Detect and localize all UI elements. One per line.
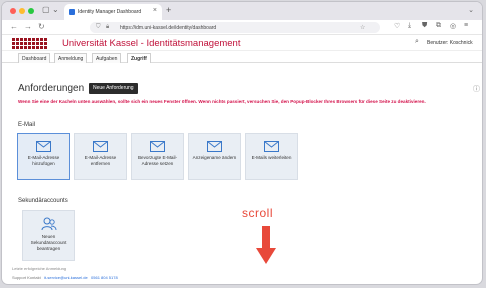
tab-title: Identity Manager Dashboard [78, 9, 142, 15]
footer-contact-label: Support Kontakt [12, 275, 41, 280]
minimize-window-button[interactable] [19, 8, 25, 14]
extensions-icon[interactable]: ⧉ [436, 22, 441, 30]
search-icon[interactable]: ⌕ [415, 38, 419, 46]
users-icon [41, 217, 56, 231]
card-display-name[interactable]: Anzeigename ändern [188, 133, 241, 180]
back-icon[interactable]: ← [10, 22, 18, 31]
scroll-down-arrow-icon [256, 226, 276, 264]
chevron-down-icon[interactable]: ⌄ [52, 5, 59, 14]
new-tab-icon[interactable]: + [166, 5, 171, 15]
email-section-label: E-Mail [18, 122, 36, 128]
url-input[interactable]: ⛉ 🔒︎ https://idm.uni-kassel.de/identity/… [90, 22, 380, 33]
scroll-annotation-label: scroll [242, 206, 274, 220]
site-header: Universität Kassel - Identitätsmanagemen… [2, 35, 482, 51]
envelope-icon [207, 141, 222, 152]
card-add-email[interactable]: E-Mail-Adresse hinzufügen [17, 133, 70, 180]
tab-overview-icon[interactable]: ▢ [42, 5, 50, 14]
card-label: E-Mail-Adresse entfernen [84, 155, 117, 166]
tab-bar: ▢ ⌄ Identity Manager Dashboard × + ⌄ [2, 2, 482, 20]
footer-contact: Support Kontakt it-service@uni-kassel.de… [12, 275, 118, 280]
envelope-icon [264, 141, 279, 152]
maximize-window-button[interactable] [28, 8, 34, 14]
secondary-section-label: Sekundäraccounts [18, 198, 68, 204]
tab-anmeldung[interactable]: Anmeldung [54, 53, 88, 63]
university-logo[interactable] [12, 38, 48, 50]
footer-phone-link[interactable]: 0561 804 5178 [91, 275, 118, 280]
browser-tab[interactable]: Identity Manager Dashboard × [64, 4, 162, 20]
shield-ext-icon[interactable]: ⛊ [422, 22, 427, 30]
card-new-secondary-account[interactable]: Neuen Sekundäraccount beantragen [22, 210, 75, 261]
close-window-button[interactable] [10, 8, 16, 14]
footer-last-login: Letzte erfolgreiche Anmeldung [12, 266, 67, 271]
menu-icon[interactable]: ≡ [464, 22, 468, 29]
lock-icon: 🔒︎ [106, 24, 110, 30]
download-icon[interactable]: ⤓ [408, 22, 411, 30]
tab-aufgaben[interactable]: Aufgaben [92, 53, 122, 63]
card-label: E-Mail-Adresse hinzufügen [27, 155, 60, 166]
site-title: Universität Kassel - Identitätsmanagemen… [62, 38, 241, 49]
page-title: Anforderungen [18, 83, 85, 94]
address-toolbar: ← → ↻ ⛉ 🔒︎ https://idm.uni-kassel.de/ide… [2, 20, 482, 35]
card-remove-email[interactable]: E-Mail-Adresse entfernen [74, 133, 127, 180]
footer-email-link[interactable]: it-service@uni-kassel.de [44, 275, 88, 280]
favicon-icon [69, 9, 75, 15]
reload-icon[interactable]: ↻ [38, 22, 45, 31]
tab-zugriff[interactable]: Zugriff [127, 53, 151, 63]
tab-dashboard[interactable]: Dashboard [18, 53, 51, 63]
tab-list-icon[interactable]: ⌄ [468, 6, 474, 14]
help-icon[interactable]: ⓘ [473, 84, 480, 94]
card-label: E-Mails weiterleiten [251, 155, 292, 160]
shield-icon: ⛉ [96, 24, 101, 30]
envelope-icon [93, 141, 108, 152]
envelope-icon [36, 141, 51, 152]
url-text: https://idm.uni-kassel.de/identity/dashb… [120, 25, 217, 31]
card-label: Bevorzugte E-Mail-Adresse setzen [137, 155, 178, 166]
card-preferred-email[interactable]: Bevorzugte E-Mail-Adresse setzen [131, 133, 184, 180]
forward-icon[interactable]: → [24, 22, 32, 31]
pocket-icon[interactable]: ♡ [394, 22, 400, 30]
popup-warning-text: Wenn Sie eine der Kacheln unten auswähle… [18, 99, 426, 104]
user-label[interactable]: Benutzer: Koschnick [427, 40, 473, 46]
card-forward-email[interactable]: E-Mails weiterleiten [245, 133, 298, 180]
account-icon[interactable]: ◎ [450, 22, 456, 30]
close-icon[interactable]: × [153, 7, 157, 14]
envelope-icon [150, 141, 165, 152]
card-label: Neuen Sekundäraccount beantragen [30, 234, 67, 251]
new-request-button[interactable]: Neue Anforderung [89, 83, 138, 94]
bookmark-star-icon[interactable]: ☆ [360, 24, 365, 31]
sub-navigation: Dashboard Anmeldung Aufgaben Zugriff [2, 51, 482, 63]
card-label: Anzeigename ändern [192, 155, 237, 160]
